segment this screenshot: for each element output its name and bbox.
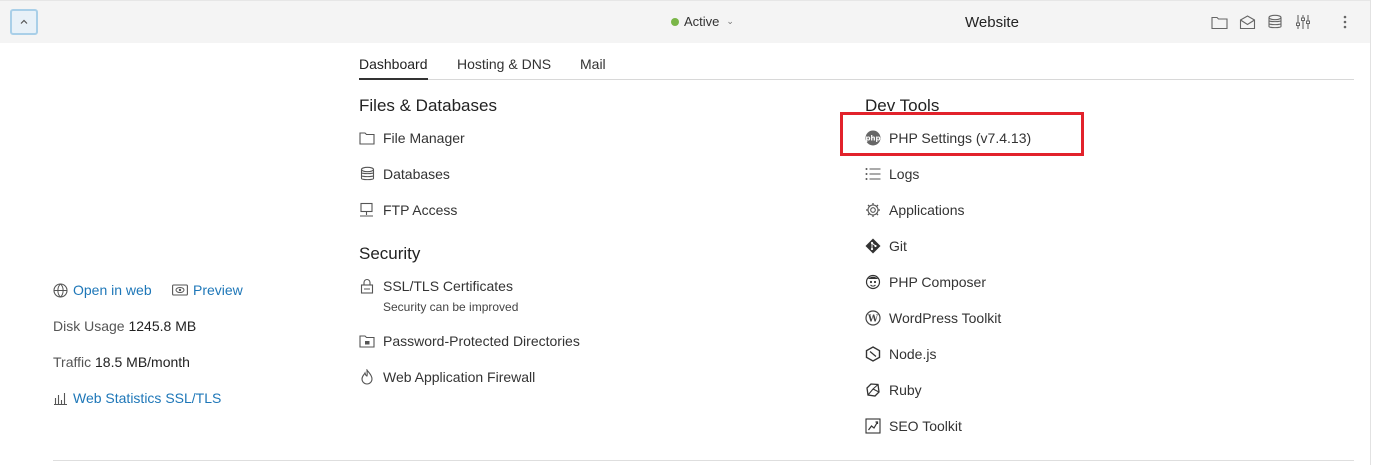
git-item[interactable]: Git [865,238,907,254]
wordpress-toolkit-item[interactable]: W WordPress Toolkit [865,310,1001,326]
database-icon[interactable] [1266,13,1284,31]
preview-label: Preview [193,282,243,298]
site-name: Website [965,14,1019,31]
seo-chart-icon [865,418,881,434]
gear-icon [865,202,881,218]
ruby-item[interactable]: Ruby [865,382,922,398]
bar-chart-icon [54,393,67,405]
open-in-web-link[interactable]: Open in web [53,282,152,298]
databases-item[interactable]: Databases [359,166,450,182]
top-bar: Active ⌄ Website [0,0,1370,43]
file-manager-item[interactable]: File Manager [359,130,465,146]
web-statistics-label: Web Statistics SSL/TLS [73,390,222,406]
ftp-access-label: FTP Access [383,202,458,218]
web-statistics-link[interactable]: Web Statistics SSL/TLS [53,390,221,406]
logs-item[interactable]: Logs [865,166,919,182]
disk-usage-value: 1245.8 MB [128,318,197,334]
status-dot [671,17,679,26]
mail-icon[interactable] [1238,13,1256,31]
top-icons [1210,13,1354,31]
security-title: Security [359,244,421,263]
list-icon [865,166,881,182]
eye-icon [172,284,188,296]
ssl-tls-item[interactable]: SSL/TLS Certificates [359,278,513,294]
ssl-status-note: Security can be improved [383,300,519,314]
applications-item[interactable]: Applications [865,202,965,218]
disk-usage: Disk Usage 1245.8 MB [53,318,196,334]
traffic-value: 18.5 MB/month [95,354,190,370]
tab-mail[interactable]: Mail [580,56,606,78]
ftp-access-item[interactable]: FTP Access [359,202,457,218]
sliders-icon[interactable] [1294,13,1312,31]
git-icon [865,238,881,254]
files-databases-title: Files & Databases [359,96,497,115]
more-icon[interactable] [1336,13,1354,31]
network-icon [359,202,375,218]
applications-label: Applications [889,202,965,218]
nodejs-icon [865,346,881,362]
file-manager-label: File Manager [383,130,465,146]
svg-text:W: W [867,315,879,325]
nodejs-item[interactable]: Node.js [865,346,936,362]
open-in-web-label: Open in web [73,282,152,298]
wordpress-toolkit-label: WordPress Toolkit [889,310,1002,326]
database-icon [359,166,375,182]
password-protected-item[interactable]: Password-Protected Directories [359,333,580,349]
preview-link[interactable]: Preview [172,282,243,298]
tab-bar: Dashboard Hosting & DNS Mail [359,56,1354,80]
logs-label: Logs [889,166,920,182]
composer-icon [865,274,881,290]
databases-label: Databases [383,166,450,182]
ruby-icon [865,382,881,398]
chevron-down-icon: ⌄ [726,16,734,26]
certificate-icon [359,278,375,294]
traffic-label: Traffic [53,354,92,370]
disk-usage-label: Disk Usage [53,318,125,334]
tab-dashboard[interactable]: Dashboard [359,56,428,80]
nodejs-label: Node.js [889,346,937,362]
right-border [1370,0,1371,465]
traffic: Traffic 18.5 MB/month [53,354,190,370]
password-protected-label: Password-Protected Directories [383,333,580,349]
highlight-box [840,112,1084,156]
folder-icon [359,130,375,146]
bottom-divider [53,460,1354,461]
ssl-tls-label: SSL/TLS Certificates [383,278,513,294]
seo-toolkit-item[interactable]: SEO Toolkit [865,418,962,434]
tab-hosting-dns[interactable]: Hosting & DNS [457,56,551,78]
php-composer-label: PHP Composer [889,274,987,290]
locked-folder-icon [359,333,375,349]
folder-icon[interactable] [1210,13,1228,31]
wordpress-icon: W [865,310,881,326]
php-composer-item[interactable]: PHP Composer [865,274,986,290]
waf-item[interactable]: Web Application Firewall [359,369,535,385]
git-label: Git [889,238,907,254]
waf-label: Web Application Firewall [383,369,536,385]
chevron-up-icon [20,19,28,24]
globe-icon [53,282,68,298]
flame-icon [359,369,375,385]
status-dropdown[interactable]: Active ⌄ [671,14,734,29]
ruby-label: Ruby [889,382,922,398]
collapse-button[interactable] [10,9,38,35]
status-label: Active [684,14,720,29]
seo-toolkit-label: SEO Toolkit [889,418,962,434]
